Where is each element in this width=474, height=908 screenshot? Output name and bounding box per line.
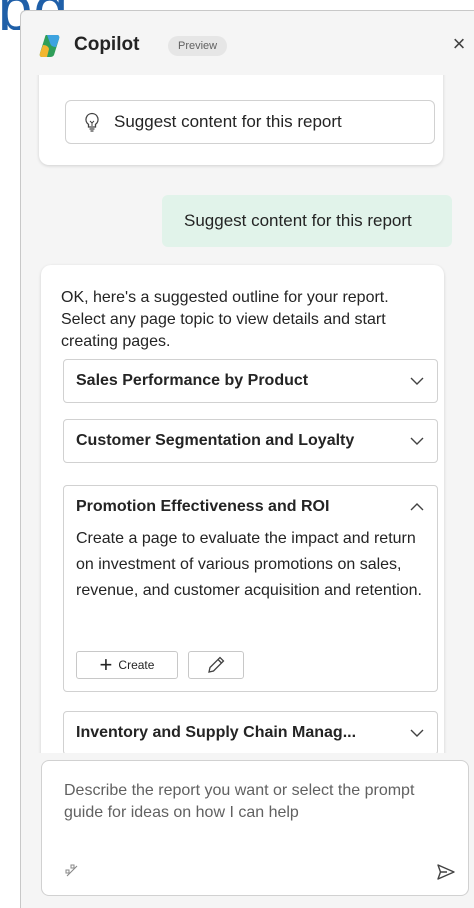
topic-promotion-effectiveness[interactable]: Promotion Effectiveness and ROI Create a… bbox=[63, 485, 438, 692]
topic-label: Promotion Effectiveness and ROI bbox=[76, 498, 330, 515]
topic-label: Inventory and Supply Chain Manag... bbox=[76, 724, 357, 741]
topic-description: Create a page to evaluate the impact and… bbox=[76, 530, 422, 599]
chevron-down-icon bbox=[410, 377, 424, 385]
edit-button[interactable] bbox=[188, 651, 244, 679]
copilot-pane: Copilot Preview × Suggest content for th… bbox=[20, 10, 474, 908]
close-button[interactable]: × bbox=[449, 31, 469, 57]
suggest-content-label: Suggest content for this report bbox=[114, 112, 342, 131]
chevron-up-icon[interactable] bbox=[409, 500, 425, 514]
topic-inventory-supply-chain[interactable]: Inventory and Supply Chain Manag... bbox=[63, 711, 438, 753]
reply-intro-text: OK, here's a suggested outline for your … bbox=[61, 289, 389, 350]
copilot-logo-icon bbox=[39, 35, 60, 57]
topic-customer-segmentation[interactable]: Customer Segmentation and Loyalty bbox=[63, 419, 438, 463]
topic-label: Sales Performance by Product bbox=[76, 372, 309, 389]
create-label: Create bbox=[118, 658, 155, 672]
prompt-input-placeholder: Describe the report you want or select t… bbox=[64, 782, 415, 821]
chevron-down-icon bbox=[410, 729, 424, 737]
suggest-content-button[interactable]: Suggest content for this report bbox=[65, 100, 435, 144]
prompt-guide-icon[interactable] bbox=[65, 864, 79, 878]
create-page-button[interactable]: + Create bbox=[76, 651, 178, 679]
plus-icon: + bbox=[99, 652, 113, 677]
preview-badge: Preview bbox=[168, 36, 228, 56]
chat-scroll-area[interactable]: Suggest content for this report Suggest … bbox=[21, 75, 474, 753]
chevron-down-icon bbox=[410, 437, 424, 445]
copilot-reply-card: OK, here's a suggested outline for your … bbox=[41, 265, 444, 753]
topic-label: Customer Segmentation and Loyalty bbox=[76, 432, 355, 449]
user-message-bubble: Suggest content for this report bbox=[162, 195, 452, 247]
topic-sales-performance[interactable]: Sales Performance by Product bbox=[63, 359, 438, 403]
lightbulb-icon bbox=[85, 112, 99, 132]
copilot-title: Copilot bbox=[74, 34, 140, 55]
prompt-input[interactable]: Describe the report you want or select t… bbox=[41, 760, 469, 896]
suggestion-card: Suggest content for this report bbox=[39, 75, 443, 165]
send-icon[interactable] bbox=[436, 863, 456, 881]
pencil-icon bbox=[208, 656, 225, 673]
